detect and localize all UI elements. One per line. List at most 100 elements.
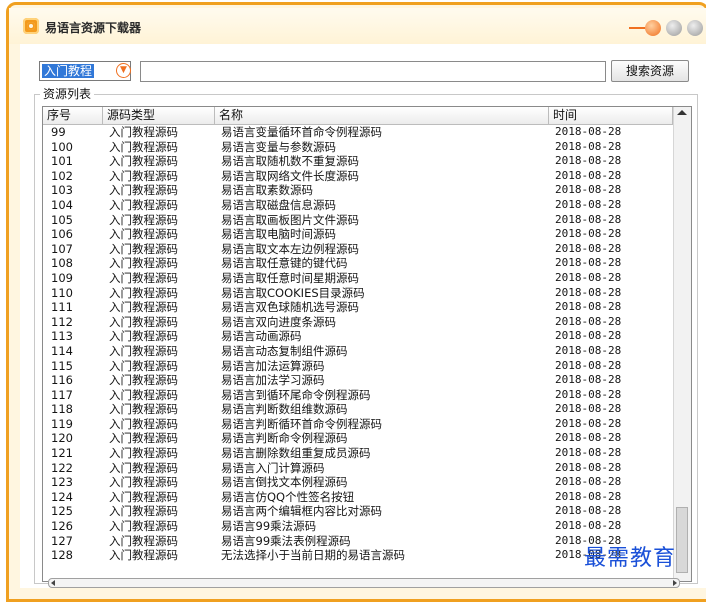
table-row[interactable]: 110 入门教程源码 易语言取COOKIES目录源码 2018-08-28 (43, 286, 673, 301)
cell-number: 102 (51, 168, 73, 183)
table-row[interactable]: 101 入门教程源码 易语言取随机数不重复源码 2018-08-28 (43, 154, 673, 169)
cell-time: 2018-08-28 (555, 343, 622, 357)
cell-name: 无法选择小于当前日期的易语言源码 (221, 548, 405, 563)
cell-name: 易语言双色球随机选号源码 (221, 300, 359, 315)
cell-time: 2018-08-28 (555, 475, 622, 489)
horizontal-scrollbar[interactable] (48, 578, 680, 588)
table-row[interactable]: 118 入门教程源码 易语言判断数组维数源码 2018-08-28 (43, 402, 673, 417)
cell-name: 易语言仿QQ个性签名按钮 (221, 489, 355, 504)
cell-number: 117 (51, 387, 73, 402)
group-title: 资源列表 (40, 85, 95, 102)
cell-time: 2018-08-28 (555, 300, 622, 314)
column-header-type[interactable]: 源码类型 (103, 107, 215, 124)
scroll-up-icon[interactable] (677, 110, 687, 115)
cell-number: 109 (51, 270, 73, 285)
scroll-left-icon[interactable] (51, 580, 55, 586)
table-row[interactable]: 117 入门教程源码 易语言到循环尾命令例程源码 2018-08-28 (43, 388, 673, 403)
table-row[interactable]: 109 入门教程源码 易语言取任意时间星期源码 2018-08-28 (43, 271, 673, 286)
table-row[interactable]: 102 入门教程源码 易语言取网络文件长度源码 2018-08-28 (43, 169, 673, 184)
table-row[interactable]: 125 入门教程源码 易语言两个编辑框内容比对源码 2018-08-28 (43, 504, 673, 519)
cell-name: 易语言取网络文件长度源码 (221, 168, 359, 183)
cell-number: 121 (51, 446, 73, 461)
column-header-time[interactable]: 时间 (549, 107, 673, 124)
column-header-number[interactable]: 序号 (43, 107, 103, 124)
table-row[interactable]: 128 入门教程源码 无法选择小于当前日期的易语言源码 2018-08-28 (43, 548, 673, 563)
list-header: 序号 源码类型 名称 时间 (43, 107, 673, 125)
cell-time: 2018-08-28 (555, 329, 622, 343)
close-button[interactable] (687, 20, 703, 36)
cell-time: 2018-08-28 (555, 139, 622, 153)
chevron-down-icon[interactable]: ▼ (116, 63, 131, 78)
table-row[interactable]: 120 入门教程源码 易语言判断命令例程源码 2018-08-28 (43, 431, 673, 446)
cell-time: 2018-08-28 (555, 387, 622, 401)
table-row[interactable]: 108 入门教程源码 易语言取任意键的键代码 2018-08-28 (43, 256, 673, 271)
cell-name: 易语言入门计算源码 (221, 460, 325, 475)
table-row[interactable]: 119 入门教程源码 易语言判断循环首命令例程源码 2018-08-28 (43, 417, 673, 432)
cell-type: 入门教程源码 (109, 125, 178, 139)
table-row[interactable]: 106 入门教程源码 易语言取电脑时间源码 2018-08-28 (43, 227, 673, 242)
table-row[interactable]: 122 入门教程源码 易语言入门计算源码 2018-08-28 (43, 461, 673, 476)
maximize-button[interactable] (666, 20, 682, 36)
table-row[interactable]: 103 入门教程源码 易语言取素数源码 2018-08-28 (43, 183, 673, 198)
table-row[interactable]: 115 入门教程源码 易语言加法运算源码 2018-08-28 (43, 359, 673, 374)
title-bar[interactable]: 易语言资源下载器 (9, 8, 706, 44)
search-button[interactable]: 搜索资源 (611, 60, 689, 82)
cell-name: 易语言到循环尾命令例程源码 (221, 387, 371, 402)
cell-type: 入门教程源码 (109, 314, 178, 329)
table-row[interactable]: 111 入门教程源码 易语言双色球随机选号源码 2018-08-28 (43, 300, 673, 315)
resource-list[interactable]: 序号 源码类型 名称 时间 99 入门教程源码 易语言变量循环首命令例程源码 2018… (42, 106, 692, 582)
table-row[interactable]: 99 入门教程源码 易语言变量循环首命令例程源码 2018-08-28 (43, 125, 673, 140)
cell-time: 2018-08-28 (555, 416, 622, 430)
cell-name: 易语言加法运算源码 (221, 358, 325, 373)
cell-type: 入门教程源码 (109, 212, 178, 227)
cell-number: 99 (51, 125, 66, 139)
table-row[interactable]: 116 入门教程源码 易语言加法学习源码 2018-08-28 (43, 373, 673, 388)
app-icon (23, 18, 39, 34)
cell-time: 2018-08-28 (555, 227, 622, 241)
minimize-button[interactable] (645, 20, 661, 36)
cell-number: 116 (51, 373, 73, 388)
table-row[interactable]: 123 入门教程源码 易语言倒找文本例程源码 2018-08-28 (43, 475, 673, 490)
cell-name: 易语言两个编辑框内容比对源码 (221, 504, 382, 519)
table-row[interactable]: 113 入门教程源码 易语言动画源码 2018-08-28 (43, 329, 673, 344)
table-row[interactable]: 127 入门教程源码 易语言99乘法表例程源码 2018-08-28 (43, 534, 673, 549)
scroll-thumb[interactable] (676, 507, 688, 573)
table-row[interactable]: 121 入门教程源码 易语言删除数组重复成员源码 2018-08-28 (43, 446, 673, 461)
cell-number: 126 (51, 519, 73, 534)
cell-name: 易语言变量循环首命令例程源码 (221, 125, 382, 139)
cell-number: 103 (51, 183, 73, 198)
table-row[interactable]: 104 入门教程源码 易语言取磁盘信息源码 2018-08-28 (43, 198, 673, 213)
cell-name: 易语言双向进度条源码 (221, 314, 336, 329)
cell-time: 2018-08-28 (555, 519, 622, 533)
table-row[interactable]: 124 入门教程源码 易语言仿QQ个性签名按钮 2018-08-28 (43, 490, 673, 505)
cell-type: 入门教程源码 (109, 285, 178, 300)
cell-number: 122 (51, 460, 73, 475)
cell-number: 111 (51, 300, 73, 315)
column-header-name[interactable]: 名称 (215, 107, 549, 124)
table-row[interactable]: 100 入门教程源码 易语言变量与参数源码 2018-08-28 (43, 140, 673, 155)
cell-time: 2018-08-28 (555, 183, 622, 197)
cell-time: 2018-08-28 (555, 446, 622, 460)
table-row[interactable]: 107 入门教程源码 易语言取文本左边例程源码 2018-08-28 (43, 242, 673, 257)
cell-time: 2018-08-28 (555, 489, 622, 503)
vertical-scrollbar[interactable] (673, 107, 691, 581)
cell-type: 入门教程源码 (109, 504, 178, 519)
search-input[interactable] (140, 61, 606, 82)
cell-name: 易语言取任意键的键代码 (221, 256, 348, 271)
cell-time: 2018-08-28 (555, 373, 622, 387)
table-row[interactable]: 112 入门教程源码 易语言双向进度条源码 2018-08-28 (43, 315, 673, 330)
cell-name: 易语言判断命令例程源码 (221, 431, 348, 446)
cell-time: 2018-08-28 (555, 154, 622, 168)
window-title: 易语言资源下载器 (45, 21, 142, 35)
cell-time: 2018-08-28 (555, 285, 622, 299)
table-row[interactable]: 105 入门教程源码 易语言取画板图片文件源码 2018-08-28 (43, 213, 673, 228)
table-row[interactable]: 126 入门教程源码 易语言99乘法源码 2018-08-28 (43, 519, 673, 534)
cell-number: 115 (51, 358, 73, 373)
cell-name: 易语言取磁盘信息源码 (221, 197, 336, 212)
cell-type: 入门教程源码 (109, 533, 178, 548)
cell-number: 125 (51, 504, 73, 519)
table-row[interactable]: 114 入门教程源码 易语言动态复制组件源码 2018-08-28 (43, 344, 673, 359)
cell-name: 易语言变量与参数源码 (221, 139, 336, 154)
scroll-right-icon[interactable] (673, 580, 677, 586)
cell-number: 104 (51, 197, 73, 212)
